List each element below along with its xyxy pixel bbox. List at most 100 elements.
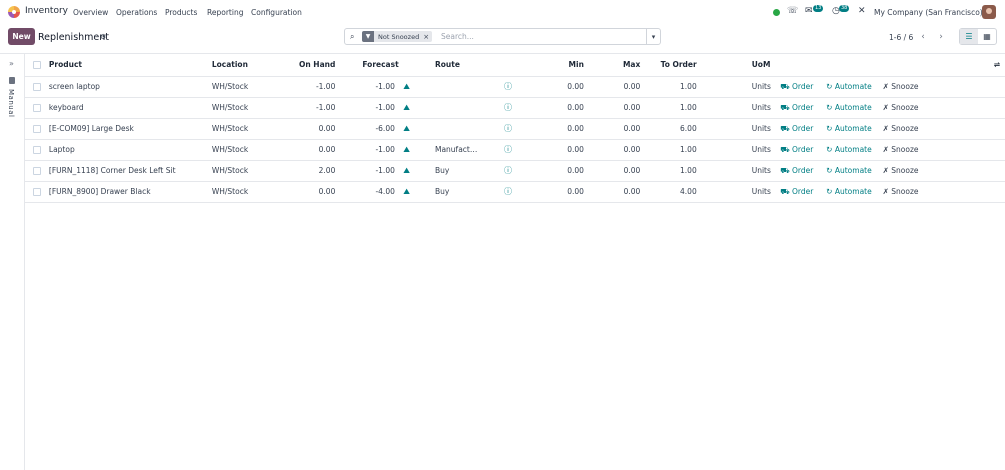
- max-cell[interactable]: 0.00: [586, 181, 644, 203]
- facet-remove-icon[interactable]: ×: [423, 33, 432, 41]
- menu-products[interactable]: Products: [165, 8, 197, 17]
- to-order-cell[interactable]: 1.00: [643, 160, 700, 182]
- automate-button[interactable]: ↻ Automate: [826, 103, 872, 112]
- app-name[interactable]: Inventory: [25, 6, 68, 16]
- col-max[interactable]: Max: [586, 54, 644, 77]
- user-avatar[interactable]: [982, 5, 996, 19]
- order-button[interactable]: ⛟ Order: [780, 103, 813, 112]
- location-cell[interactable]: WH/Stock: [208, 139, 278, 161]
- menu-reporting[interactable]: Reporting: [207, 8, 243, 17]
- menu-configuration[interactable]: Configuration: [251, 8, 302, 17]
- snooze-button[interactable]: ✗ Snooze: [883, 166, 919, 175]
- pager-previous-icon[interactable]: ‹: [916, 29, 930, 44]
- search-icon[interactable]: ⌕: [350, 32, 354, 42]
- pager-next-icon[interactable]: ›: [934, 29, 948, 44]
- snooze-button[interactable]: ✗ Snooze: [883, 103, 919, 112]
- on-hand-cell[interactable]: -1.00: [277, 76, 339, 98]
- table-row[interactable]: keyboard WH/Stock -1.00 -1.00 ⛰ ⓘ 0.00 0.00 1.0…: [25, 97, 1005, 119]
- product-cell[interactable]: [E-COM09] Large Desk: [45, 118, 209, 140]
- on-hand-cell[interactable]: 2.00: [277, 160, 339, 182]
- order-button[interactable]: ⛟ Order: [780, 82, 813, 91]
- table-row[interactable]: Laptop WH/Stock 0.00 -1.00 ⛰ Manufact… ⓘ 0.00 0…: [25, 139, 1005, 161]
- route-cell[interactable]: [423, 118, 489, 140]
- col-product[interactable]: Product: [45, 54, 209, 77]
- row-checkbox[interactable]: [33, 83, 41, 91]
- menu-overview[interactable]: Overview: [73, 8, 108, 17]
- gear-icon[interactable]: ⚙: [100, 33, 106, 41]
- snooze-button[interactable]: ✗ Snooze: [883, 124, 919, 133]
- row-checkbox[interactable]: [33, 104, 41, 112]
- route-cell[interactable]: [423, 76, 489, 98]
- expand-panel-icon[interactable]: »: [9, 59, 14, 68]
- to-order-cell[interactable]: 1.00: [643, 139, 700, 161]
- order-button[interactable]: ⛟ Order: [780, 187, 813, 196]
- route-cell[interactable]: Manufact…: [423, 139, 489, 161]
- col-to-order[interactable]: To Order: [643, 54, 700, 77]
- manual-doc-icon[interactable]: [9, 77, 15, 84]
- min-cell[interactable]: 0.00: [517, 76, 587, 98]
- kanban-view-icon[interactable]: ▦: [978, 29, 996, 44]
- status-indicator-icon[interactable]: [773, 9, 780, 16]
- row-checkbox[interactable]: [33, 188, 41, 196]
- uom-cell[interactable]: Units: [699, 76, 778, 98]
- uom-cell[interactable]: Units: [699, 181, 778, 203]
- forecast-graph-icon[interactable]: ⛰: [403, 103, 410, 112]
- info-icon[interactable]: ⓘ: [504, 103, 512, 112]
- company-switcher[interactable]: My Company (San Francisco): [874, 8, 983, 17]
- select-all-checkbox[interactable]: [33, 61, 41, 70]
- on-hand-cell[interactable]: -1.00: [277, 97, 339, 119]
- product-cell[interactable]: [FURN_1118] Corner Desk Left Sit: [45, 160, 209, 182]
- phone-icon[interactable]: ☏: [787, 6, 798, 16]
- search-input[interactable]: Search...: [441, 32, 474, 41]
- table-row[interactable]: [FURN_8900] Drawer Black WH/Stock 0.00 -4.0…: [25, 181, 1005, 203]
- optional-columns-icon[interactable]: ⇌: [994, 60, 1000, 69]
- on-hand-cell[interactable]: 0.00: [277, 139, 339, 161]
- new-button[interactable]: New: [8, 28, 35, 45]
- location-cell[interactable]: WH/Stock: [208, 181, 278, 203]
- on-hand-cell[interactable]: 0.00: [277, 181, 339, 203]
- col-forecast[interactable]: Forecast: [338, 54, 424, 77]
- table-row[interactable]: screen laptop WH/Stock -1.00 -1.00 ⛰ ⓘ 0.00 0.…: [25, 76, 1005, 98]
- forecast-graph-icon[interactable]: ⛰: [403, 145, 410, 154]
- app-logo-icon[interactable]: [8, 6, 20, 18]
- max-cell[interactable]: 0.00: [586, 76, 644, 98]
- tools-icon[interactable]: ✕: [858, 6, 866, 16]
- col-min[interactable]: Min: [517, 54, 587, 77]
- product-cell[interactable]: [FURN_8900] Drawer Black: [45, 181, 209, 203]
- location-cell[interactable]: WH/Stock: [208, 118, 278, 140]
- order-button[interactable]: ⛟ Order: [780, 145, 813, 154]
- max-cell[interactable]: 0.00: [586, 97, 644, 119]
- row-checkbox[interactable]: [33, 125, 41, 133]
- info-icon[interactable]: ⓘ: [504, 124, 512, 133]
- info-icon[interactable]: ⓘ: [504, 187, 512, 196]
- automate-button[interactable]: ↻ Automate: [826, 145, 872, 154]
- forecast-graph-icon[interactable]: ⛰: [403, 124, 410, 133]
- product-cell[interactable]: keyboard: [45, 97, 209, 119]
- route-cell[interactable]: [423, 97, 489, 119]
- messages-icon[interactable]: ✉: [805, 6, 813, 16]
- location-cell[interactable]: WH/Stock: [208, 97, 278, 119]
- snooze-button[interactable]: ✗ Snooze: [883, 187, 919, 196]
- col-uom[interactable]: UoM: [699, 54, 778, 77]
- forecast-graph-icon[interactable]: ⛰: [403, 82, 410, 91]
- order-button[interactable]: ⛟ Order: [780, 166, 813, 175]
- to-order-cell[interactable]: 4.00: [643, 181, 700, 203]
- route-cell[interactable]: Buy: [423, 181, 489, 203]
- search-dropdown-toggle-icon[interactable]: ▾: [646, 29, 660, 44]
- uom-cell[interactable]: Units: [699, 139, 778, 161]
- row-checkbox[interactable]: [33, 146, 41, 154]
- row-checkbox[interactable]: [33, 167, 41, 175]
- menu-operations[interactable]: Operations: [116, 8, 157, 17]
- uom-cell[interactable]: Units: [699, 160, 778, 182]
- min-cell[interactable]: 0.00: [517, 97, 587, 119]
- automate-button[interactable]: ↻ Automate: [826, 82, 872, 91]
- min-cell[interactable]: 0.00: [517, 139, 587, 161]
- col-route[interactable]: Route: [423, 54, 489, 77]
- forecast-graph-icon[interactable]: ⛰: [403, 166, 410, 175]
- col-on-hand[interactable]: On Hand: [277, 54, 339, 77]
- col-location[interactable]: Location: [208, 54, 278, 77]
- uom-cell[interactable]: Units: [699, 118, 778, 140]
- snooze-button[interactable]: ✗ Snooze: [883, 82, 919, 91]
- table-row[interactable]: [E-COM09] Large Desk WH/Stock 0.00 -6.00 ⛰ ⓘ…: [25, 118, 1005, 140]
- pager-value[interactable]: 1-6 / 6: [889, 33, 913, 42]
